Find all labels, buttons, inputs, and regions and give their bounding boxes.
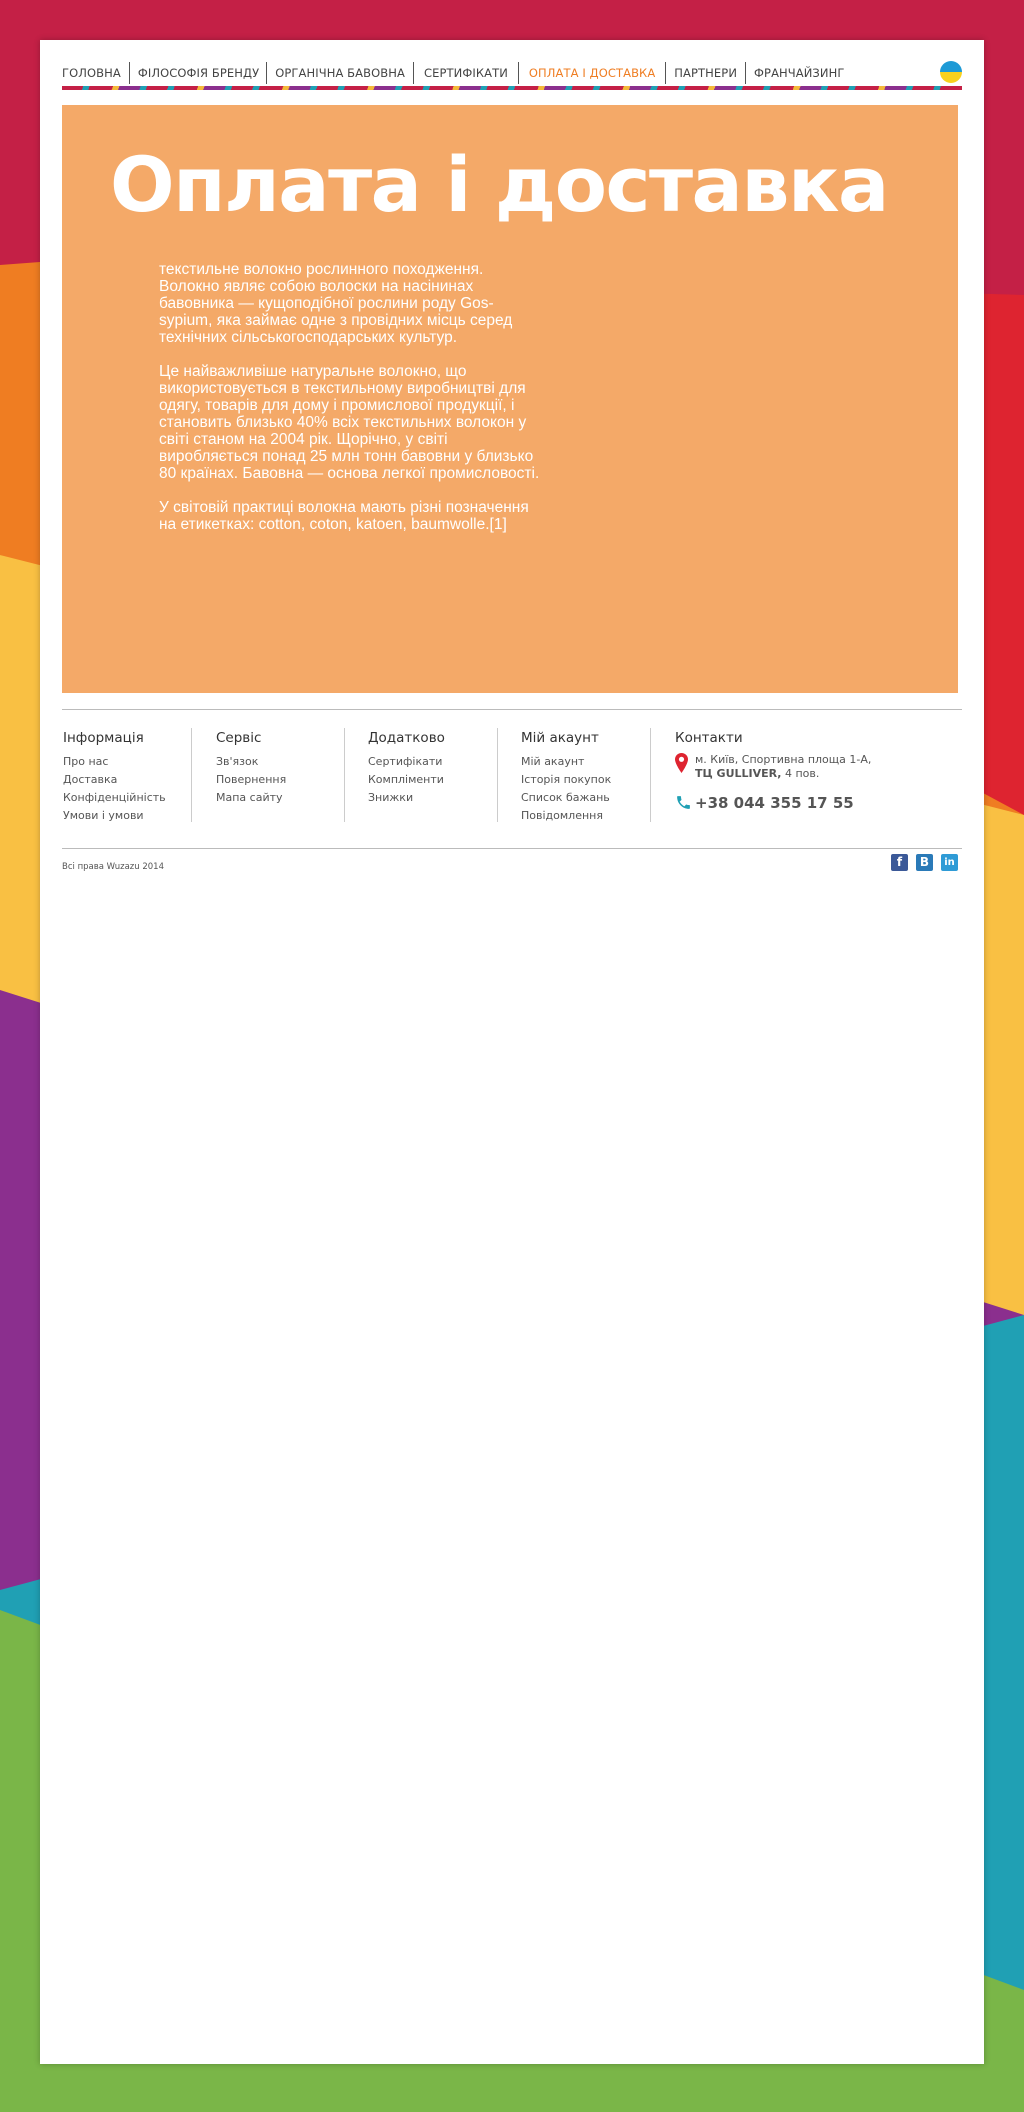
address-line: ТЦ GULLIVER, 4 пов. <box>695 767 945 781</box>
footer-divider-bottom <box>62 848 962 849</box>
footer-column-title: Додатково <box>368 730 445 746</box>
phone-number-link[interactable]: +38 044 355 17 55 <box>695 794 854 812</box>
footer-link-certificates[interactable]: Сертифікати <box>368 753 518 771</box>
footer-divider-top <box>62 709 962 710</box>
main-navigation: ГОЛОВНА ФІЛОСОФІЯ БРЕНДУ ОРГАНІЧНА БАВОВ… <box>62 58 962 88</box>
phone-icon <box>677 796 690 809</box>
nav-item-partners[interactable]: ПАРТНЕРИ <box>665 62 745 84</box>
main-page-card: ГОЛОВНА ФІЛОСОФІЯ БРЕНДУ ОРГАНІЧНА БАВОВ… <box>40 40 984 2064</box>
footer-link-messages[interactable]: Повідомлення <box>521 807 671 825</box>
nav-item-home[interactable]: ГОЛОВНА <box>62 62 129 84</box>
footer-column-title: Контакти <box>675 730 743 746</box>
footer-column-extras: Додатково Сертифікати Компліменти Знижки <box>344 728 518 822</box>
footer-link-about[interactable]: Про нас <box>63 753 193 771</box>
footer-column-account: Мій акаунт Мій акаунт Історія покупок Сп… <box>497 728 671 822</box>
footer-link-privacy[interactable]: Конфіденційність <box>63 789 193 807</box>
hero-paragraph: текстильне волокно рослинного походження… <box>159 261 513 346</box>
nav-item-certificates[interactable]: СЕРТИФІКАТИ <box>412 62 518 84</box>
hero-paragraph: У світовій практиці волокна мають різні … <box>159 499 529 533</box>
footer-column-title: Інформація <box>63 730 144 746</box>
footer-column-title: Мій акаунт <box>521 730 599 746</box>
social-links: f B in <box>891 854 958 871</box>
facebook-icon[interactable]: f <box>891 854 908 871</box>
nav-item-payment-delivery[interactable]: ОПЛАТА І ДОСТАВКА <box>517 62 665 84</box>
footer-link-delivery[interactable]: Доставка <box>63 771 193 789</box>
footer-link-terms[interactable]: Умови і умови <box>63 807 193 825</box>
footer-link-wishlist[interactable]: Список бажань <box>521 789 671 807</box>
location-pin-icon <box>675 753 688 773</box>
address-floor: 4 пов. <box>781 767 820 780</box>
vkontakte-icon[interactable]: B <box>916 854 933 871</box>
footer-column-contacts: Контакти м. Київ, Спортивна площа 1-А, Т… <box>650 728 945 822</box>
contact-address: м. Київ, Спортивна площа 1-А, ТЦ GULLIVE… <box>675 753 945 781</box>
address-line: м. Київ, Спортивна площа 1-А, <box>695 753 872 766</box>
address-mall: ТЦ GULLIVER, <box>695 767 782 780</box>
footer-link-compliments[interactable]: Компліменти <box>368 771 518 789</box>
nav-item-organic-cotton[interactable]: ОРГАНІЧНА БАВОВНА <box>266 62 413 84</box>
decorative-stripe <box>62 86 962 90</box>
hero-paragraph: Це найважливіше натуральне волокно, що в… <box>159 363 540 482</box>
footer-link-order-history[interactable]: Історія покупок <box>521 771 671 789</box>
contact-phone: +38 044 355 17 55 <box>675 793 945 812</box>
footer-columns: Інформація Про нас Доставка Конфіденційн… <box>62 728 958 828</box>
footer-column-service: Сервіс Зв'язок Повернення Мапа сайту <box>191 728 366 822</box>
nav-item-franchising[interactable]: ФРАНЧАЙЗИНГ <box>745 62 852 84</box>
footer-link-my-account[interactable]: Мій акаунт <box>521 753 671 771</box>
footer-column-info: Інформація Про нас Доставка Конфіденційн… <box>63 728 193 822</box>
hero-section: Оплата і доставка текстильне волокно рос… <box>62 105 958 693</box>
copyright-text: Всі права Wuzazu 2014 <box>62 862 164 872</box>
hero-text: текстильне волокно рослинного походження… <box>159 261 544 550</box>
nav-item-brand-philosophy[interactable]: ФІЛОСОФІЯ БРЕНДУ <box>128 62 266 84</box>
page-title: Оплата і доставка <box>110 140 889 229</box>
footer-link-discounts[interactable]: Знижки <box>368 789 518 807</box>
linkedin-icon[interactable]: in <box>941 854 958 871</box>
ukraine-flag-icon[interactable] <box>940 61 962 83</box>
